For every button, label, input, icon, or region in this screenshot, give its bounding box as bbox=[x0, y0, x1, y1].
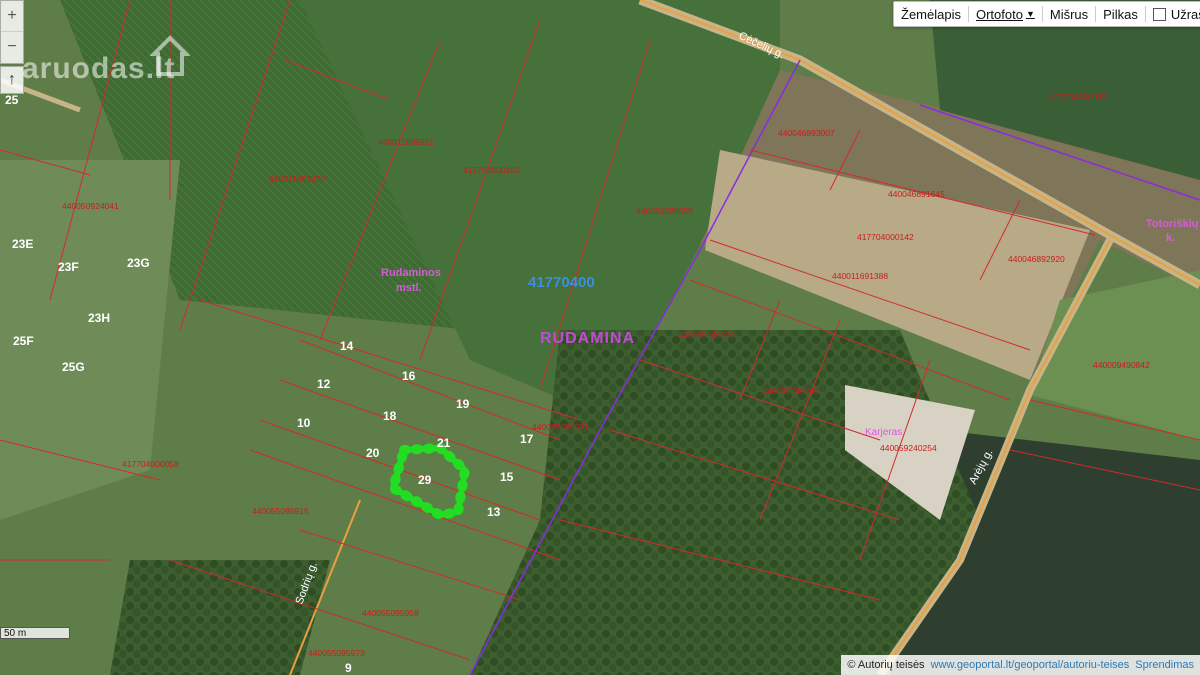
parcel-id: 440055095915 bbox=[252, 506, 309, 516]
plot-number: 17 bbox=[520, 432, 534, 446]
parcel-id: 440059240254 bbox=[880, 443, 937, 453]
parcel-id: 440046893007 bbox=[778, 128, 835, 138]
plot-number: 23F bbox=[58, 260, 79, 274]
plot-number: 23G bbox=[127, 256, 150, 270]
selected-plot-number: 29 bbox=[418, 473, 432, 487]
layer-label: Mišrus bbox=[1049, 6, 1089, 22]
parcel-id: 440009490842 bbox=[1093, 360, 1150, 370]
plot-number: 19 bbox=[456, 397, 470, 411]
parcel-id: 440011683420 bbox=[269, 174, 325, 184]
house-logo-icon bbox=[150, 35, 190, 76]
layer-label: Ortofoto bbox=[975, 6, 1023, 22]
zoom-out-button[interactable]: − bbox=[1, 31, 23, 62]
settlement-label-2: mstl. bbox=[396, 282, 422, 294]
north-arrow-icon[interactable]: ↑ bbox=[0, 66, 24, 94]
scale-bar: 50 m bbox=[0, 627, 70, 639]
parcel-id: 440059240249 bbox=[762, 386, 819, 396]
plot-number: 23H bbox=[88, 311, 110, 325]
parcel-id: 440046891645 bbox=[888, 189, 945, 199]
parcel-id: 440046892920 bbox=[1008, 254, 1065, 264]
layer-zemelapis-button[interactable]: Žemėlapis bbox=[894, 2, 968, 26]
parcel-id: 440011691388 bbox=[832, 271, 888, 281]
plot-number: 16 bbox=[402, 369, 416, 383]
parcel-id: 417704000102 bbox=[463, 165, 520, 175]
settlement-label-1: Rudaminos bbox=[381, 267, 441, 279]
notes-label: Užrašai bbox=[1170, 6, 1200, 22]
plot-number: 14 bbox=[340, 339, 354, 353]
village-label-2: k. bbox=[1166, 232, 1175, 244]
parcel-id: 417704000035 bbox=[1050, 92, 1107, 102]
area-name-label: RUDAMINA bbox=[540, 330, 635, 347]
plot-number: 25 bbox=[5, 93, 19, 107]
plot-number: 25G bbox=[62, 360, 85, 374]
parcel-id: 440055095973 bbox=[308, 648, 365, 658]
plot-number: 9 bbox=[345, 661, 352, 675]
plot-number: 21 bbox=[437, 436, 451, 450]
copyright-text: © Autorių teisės bbox=[847, 659, 925, 671]
notes-toggle[interactable]: Užrašai bbox=[1146, 2, 1200, 26]
terms-link[interactable]: Sprendimas bbox=[1135, 659, 1194, 671]
zoom-in-button[interactable]: + bbox=[1, 1, 23, 31]
layer-pilkas-button[interactable]: Pilkas bbox=[1096, 2, 1145, 26]
plot-number: 15 bbox=[500, 470, 514, 484]
layer-ortofoto-button[interactable]: Ortofoto ▼ bbox=[969, 2, 1042, 26]
checkbox-icon[interactable] bbox=[1152, 7, 1166, 21]
map-attribution: © Autorių teisės www.geoportal.lt/geopor… bbox=[841, 655, 1200, 675]
ortho-map[interactable]: 41770400 RUDAMINA Rudaminos mstl. Totori… bbox=[0, 0, 1200, 675]
map-layer-toolbar: Žemėlapis Ortofoto▼ Mišrus Pilkas Užraša… bbox=[893, 1, 1200, 27]
plot-number: 13 bbox=[487, 505, 501, 519]
parcel-id: 440059240170 bbox=[678, 330, 735, 340]
layer-label: Žemėlapis bbox=[901, 6, 961, 22]
layer-label: Pilkas bbox=[1103, 6, 1138, 22]
block-code-label: 41770400 bbox=[528, 274, 595, 291]
copyright-link[interactable]: www.geoportal.lt/geoportal/autoriu-teise… bbox=[931, 659, 1130, 671]
quarry-label: Karjeras bbox=[865, 427, 902, 438]
village-label-1: Totoriškių bbox=[1146, 218, 1198, 230]
caret-down-icon: ▼ bbox=[1025, 9, 1035, 19]
parcel-id: 440050924041 bbox=[62, 201, 119, 211]
parcel-id: 417704000058 bbox=[122, 459, 179, 469]
plot-number: 10 bbox=[297, 416, 311, 430]
plot-number: 23E bbox=[12, 237, 33, 251]
plot-number: 12 bbox=[317, 377, 331, 391]
parcel-id: 440011695951 bbox=[378, 137, 434, 147]
plot-number: 25F bbox=[13, 334, 34, 348]
parcel-id: 417704000142 bbox=[857, 232, 914, 242]
parcel-id: 440055095931 bbox=[532, 422, 589, 432]
parcel-id: 440055095958 bbox=[362, 608, 419, 618]
parcel-id: 440054089550 bbox=[636, 206, 693, 216]
layer-misrus-button[interactable]: Mišrus bbox=[1043, 2, 1095, 26]
plot-number: 18 bbox=[383, 409, 397, 423]
zoom-control: + − bbox=[0, 0, 24, 64]
plot-number: 20 bbox=[366, 446, 380, 460]
